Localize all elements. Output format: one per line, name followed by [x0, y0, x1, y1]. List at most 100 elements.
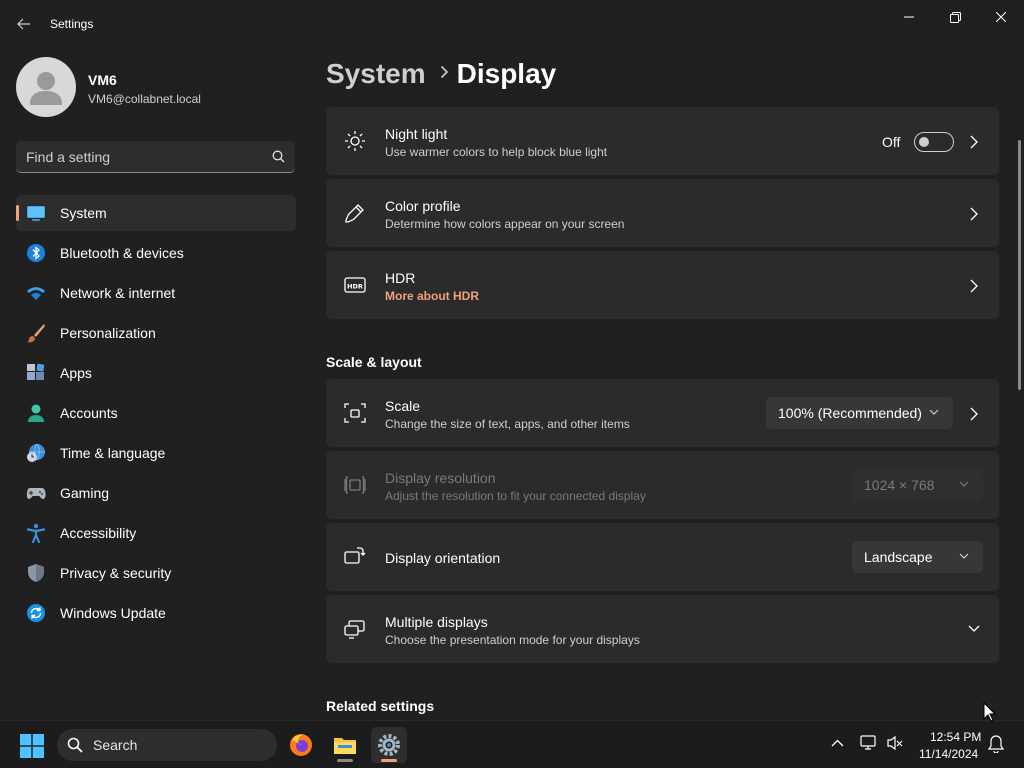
sidebar-item-label: Network & internet	[60, 285, 176, 301]
breadcrumb: System Display	[326, 58, 556, 90]
display-orientation-card[interactable]: Display orientation Landscape	[326, 523, 999, 591]
chevron-down-icon	[929, 409, 939, 415]
taskbar: Search 12:54 PM 11/14/2024	[0, 720, 1024, 768]
speaker-muted-icon[interactable]	[886, 735, 904, 751]
chevron-down-icon[interactable]	[968, 625, 980, 633]
find-setting-input[interactable]	[26, 147, 256, 167]
chevron-right-icon	[970, 407, 978, 421]
more-about-hdr-link[interactable]: More about HDR	[385, 289, 479, 303]
chevron-up-icon[interactable]	[831, 739, 844, 747]
scale-icon	[344, 403, 366, 423]
section-heading-scale-layout: Scale & layout	[326, 354, 422, 370]
search-icon[interactable]	[272, 150, 285, 163]
windows-start-icon[interactable]	[20, 734, 44, 758]
sidebar-item-label: System	[60, 205, 107, 221]
notification-bell-icon[interactable]	[988, 735, 1004, 753]
chevron-right-icon	[970, 279, 978, 293]
clock-date[interactable]: 11/14/2024	[919, 747, 978, 761]
night-light-card[interactable]: Night light Use warmer colors to help bl…	[326, 107, 999, 175]
orientation-dropdown[interactable]: Landscape	[852, 541, 983, 573]
sidebar-item-accessibility[interactable]: Accessibility	[16, 515, 296, 551]
multiple-displays-card[interactable]: Multiple displays Choose the presentatio…	[326, 595, 999, 663]
restore-button[interactable]	[932, 4, 978, 30]
hdr-title: HDR	[385, 270, 416, 286]
resolution-icon	[344, 476, 366, 494]
night-light-icon	[345, 131, 365, 151]
find-setting-box[interactable]	[16, 141, 295, 173]
night-light-toggle[interactable]	[914, 132, 954, 152]
toggle-knob	[919, 137, 929, 147]
chevron-down-icon	[959, 553, 969, 559]
app-title: Settings	[50, 17, 94, 31]
sidebar-item-network[interactable]: Network & internet	[16, 275, 296, 311]
display-orientation-title: Display orientation	[385, 550, 501, 566]
user-avatar-icon	[30, 72, 62, 105]
sidebar-item-bluetooth[interactable]: Bluetooth & devices	[16, 235, 296, 271]
restore-icon	[949, 11, 961, 23]
night-light-subtitle: Use warmer colors to help block blue lig…	[385, 145, 608, 159]
sidebar-item-privacy[interactable]: Privacy & security	[16, 555, 296, 591]
page-title: Display	[456, 58, 557, 89]
sidebar-item-time-language[interactable]: Time & language	[16, 435, 296, 471]
sidebar-item-apps[interactable]: Apps	[16, 355, 296, 391]
breadcrumb-parent[interactable]: System	[326, 58, 426, 89]
orientation-dropdown-value: Landscape	[864, 549, 933, 565]
scrollbar[interactable]	[1018, 140, 1021, 390]
sidebar-item-label: Apps	[60, 365, 92, 381]
sidebar-nav: System Bluetooth & devices Network & int…	[16, 195, 296, 635]
sidebar-item-system[interactable]: System	[16, 195, 296, 231]
color-profile-title: Color profile	[385, 198, 461, 214]
taskbar-search[interactable]: Search	[57, 729, 277, 761]
brush-icon	[27, 324, 45, 343]
title-bar: Settings	[0, 0, 1024, 48]
mouse-cursor-icon	[983, 702, 996, 722]
sidebar-item-windows-update[interactable]: Windows Update	[16, 595, 296, 631]
sidebar-item-gaming[interactable]: Gaming	[16, 475, 296, 511]
sidebar-item-label: Bluetooth & devices	[60, 245, 184, 261]
display-resolution-title: Display resolution	[385, 470, 496, 486]
sidebar-item-accounts[interactable]: Accounts	[16, 395, 296, 431]
settings-icon	[378, 734, 400, 756]
sidebar-item-label: Personalization	[60, 325, 156, 341]
scale-dropdown[interactable]: 100% (Recommended)	[766, 397, 953, 429]
scale-title: Scale	[385, 398, 421, 414]
color-profile-card[interactable]: Color profile Determine how colors appea…	[326, 179, 999, 247]
minimize-button[interactable]	[886, 4, 932, 30]
night-light-title: Night light	[385, 126, 448, 142]
avatar[interactable]	[16, 57, 76, 117]
sidebar-item-label: Accessibility	[60, 525, 137, 541]
network-tray-icon[interactable]	[860, 735, 878, 751]
back-arrow-icon	[17, 18, 30, 30]
scale-dropdown-value: 100% (Recommended)	[778, 405, 922, 421]
hdr-card[interactable]: HDR HDR More about HDR	[326, 251, 999, 319]
sidebar-item-personalization[interactable]: Personalization	[16, 315, 296, 351]
eyedropper-icon	[345, 204, 364, 223]
sidebar-item-label: Windows Update	[60, 605, 166, 621]
sidebar-item-label: Accounts	[60, 405, 118, 421]
color-profile-subtitle: Determine how colors appear on your scre…	[385, 217, 625, 231]
resolution-dropdown: 1024 × 768	[852, 469, 983, 501]
sidebar-item-label: Privacy & security	[60, 565, 172, 581]
sidebar-item-label: Time & language	[60, 445, 166, 461]
taskbar-settings[interactable]	[371, 727, 407, 763]
user-name: VM6	[88, 72, 117, 88]
close-button[interactable]	[978, 4, 1024, 30]
taskbar-file-explorer[interactable]	[327, 727, 363, 763]
scale-card[interactable]: Scale Change the size of text, apps, and…	[326, 379, 999, 447]
back-button[interactable]	[10, 10, 38, 38]
multiple-displays-title: Multiple displays	[385, 614, 488, 630]
chevron-down-icon	[959, 481, 969, 487]
scale-subtitle: Change the size of text, apps, and other…	[385, 417, 630, 431]
taskbar-firefox[interactable]	[283, 727, 319, 763]
running-indicator	[337, 759, 353, 762]
chevron-right-icon	[970, 135, 978, 149]
taskbar-search-label: Search	[93, 737, 138, 753]
orientation-icon	[344, 547, 366, 564]
search-icon	[67, 737, 83, 753]
bluetooth-icon	[27, 244, 45, 262]
sidebar-item-label: Gaming	[60, 485, 110, 501]
accounts-icon	[28, 404, 44, 422]
clock-time[interactable]: 12:54 PM	[930, 730, 981, 744]
night-light-toggle-label: Off	[882, 134, 901, 150]
hdr-icon: HDR	[344, 277, 366, 293]
